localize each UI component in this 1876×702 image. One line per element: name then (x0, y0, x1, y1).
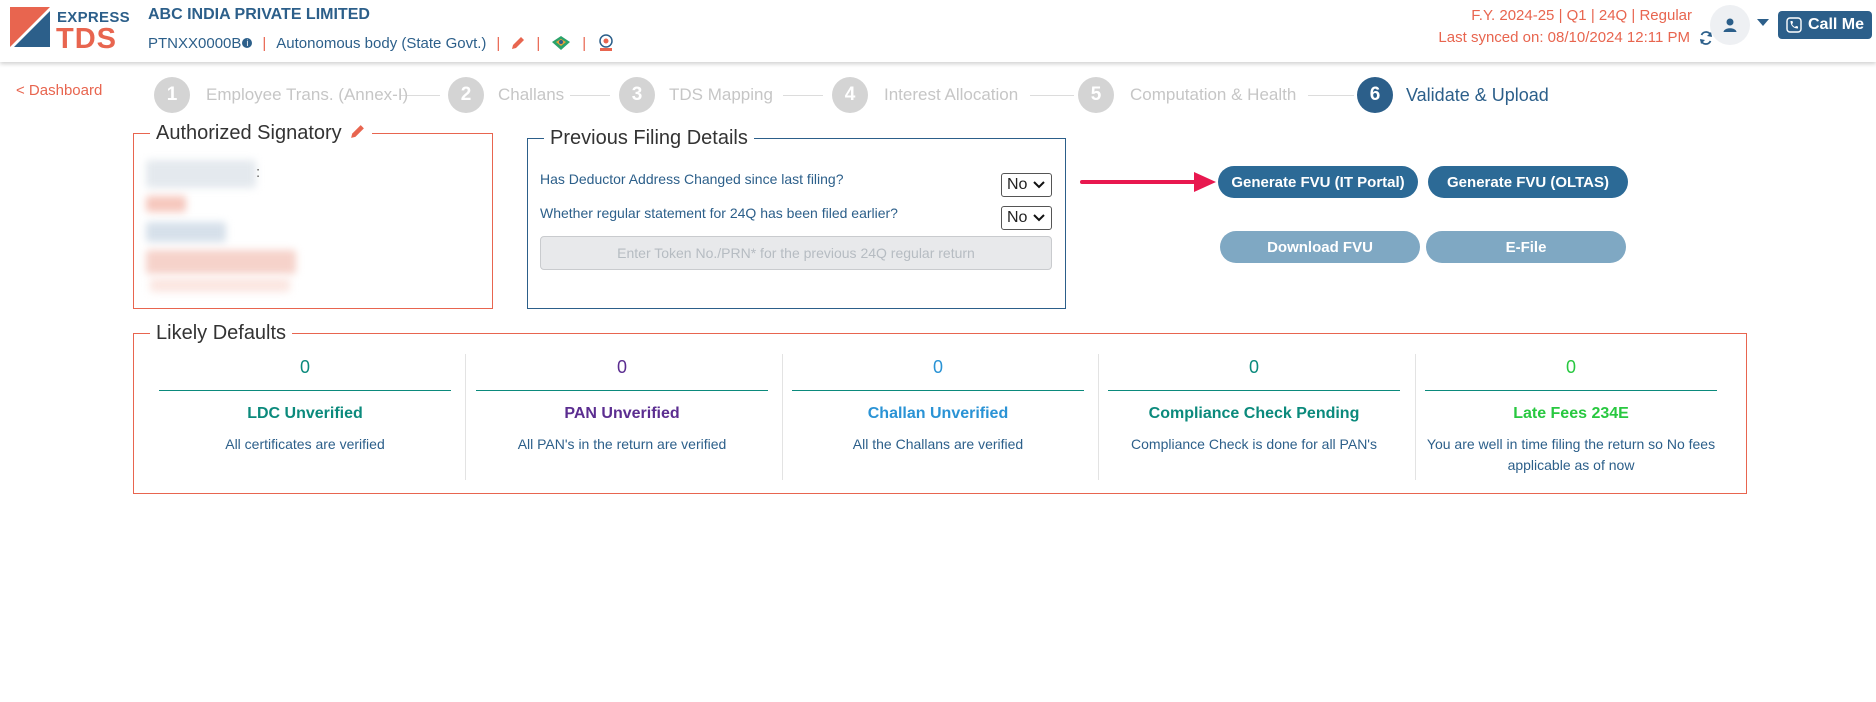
step-number: 6 (1357, 77, 1393, 113)
authorized-signatory-legend: Authorized Signatory (150, 122, 372, 145)
default-description: All the Challans are verified (852, 436, 1024, 452)
download-fvu-button[interactable]: Download FVU (1220, 231, 1420, 263)
divider (792, 390, 1084, 391)
info-icon[interactable]: i (242, 38, 253, 48)
regular-filed-question: Whether regular statement for 24Q has be… (540, 205, 898, 221)
step-connector (783, 95, 823, 96)
e-file-button[interactable]: E-File (1426, 231, 1626, 263)
token-prn-placeholder: Enter Token No./PRN* for the previous 24… (617, 245, 975, 261)
divider (159, 390, 451, 391)
default-title: Compliance Check Pending (1148, 405, 1360, 422)
deductor-subline: PTNXX0000B i | Autonomous body (State Go… (148, 33, 616, 53)
default-count: 0 (299, 357, 310, 377)
step-number: 1 (154, 77, 190, 113)
step-label: Interest Allocation (884, 85, 1019, 104)
step-interest-allocation[interactable]: 4 Interest Allocation (832, 77, 1018, 113)
generate-fvu-it-portal-button[interactable]: Generate FVU (IT Portal) (1218, 166, 1418, 198)
redacted-signatory-field (150, 278, 290, 292)
default-title: PAN Unverified (564, 405, 680, 422)
last-synced: Last synced on: 08/10/2024 12:11 PM (1438, 29, 1714, 46)
deductor-type: Autonomous body (State Govt.) (276, 34, 487, 52)
step-label: Computation & Health (1130, 85, 1297, 104)
separator: | (582, 34, 587, 52)
dashboard-link[interactable]: < Dashboard (16, 82, 102, 99)
step-number: 5 (1078, 77, 1114, 113)
signatory-colon: : (256, 164, 261, 181)
default-compliance-check[interactable]: 0 Compliance Check Pending Compliance Ch… (1096, 354, 1412, 480)
tax-department-icon[interactable] (596, 33, 616, 53)
step-label: Employee Trans. (Annex-I) (206, 85, 409, 104)
default-count: 0 (1565, 357, 1576, 377)
express-tds-logo[interactable]: EXPRESS TDS (8, 5, 130, 55)
fy-quarter-info: F.Y. 2024-25 | Q1 | 24Q | Regular (1471, 7, 1692, 24)
redacted-signatory-name (146, 160, 256, 188)
default-title: Challan Unverified (867, 405, 1009, 422)
default-count: 0 (616, 357, 627, 377)
divider (1108, 390, 1400, 391)
logo-mark-icon (10, 7, 50, 47)
redacted-signatory-field (146, 196, 186, 212)
step-tds-mapping[interactable]: 3 TDS Mapping (619, 77, 773, 113)
previous-filing-title: Previous Filing Details (550, 127, 748, 149)
pointer-arrow-icon (1080, 172, 1216, 192)
address-changed-value: No (1007, 176, 1028, 193)
phone-icon (1786, 17, 1802, 33)
separator: | (496, 34, 501, 52)
step-connector (1030, 95, 1074, 96)
step-number: 3 (619, 77, 655, 113)
top-header: EXPRESS TDS ABC INDIA PRIVATE LIMITED PT… (0, 0, 1876, 62)
separator: | (262, 34, 267, 52)
logo-text-tds: TDS (56, 23, 117, 55)
edit-pencil-icon[interactable] (349, 123, 366, 140)
divider (1425, 390, 1717, 391)
default-description: You are well in time filing the return s… (1426, 436, 1716, 473)
default-title: Late Fees 234E (1513, 405, 1629, 422)
token-prn-input[interactable]: Enter Token No./PRN* for the previous 24… (540, 236, 1052, 270)
step-number: 2 (448, 77, 484, 113)
default-description: All PAN's in the return are verified (517, 436, 727, 452)
step-computation-health[interactable]: 5 Computation & Health (1078, 77, 1296, 113)
redacted-signatory-field (146, 222, 226, 242)
default-count: 0 (1248, 357, 1259, 377)
likely-defaults-title: Likely Defaults (156, 322, 287, 344)
regular-filed-select[interactable]: No (1001, 206, 1052, 230)
step-employee-trans[interactable]: 1 Employee Trans. (Annex-I) (154, 77, 408, 113)
step-number: 4 (832, 77, 868, 113)
call-me-label: Call Me (1807, 16, 1864, 33)
step-label: Validate & Upload (1406, 84, 1549, 105)
step-connector (1308, 95, 1354, 96)
regular-filed-value: No (1007, 209, 1028, 226)
company-name: ABC INDIA PRIVATE LIMITED (148, 6, 370, 23)
address-changed-question: Has Deductor Address Changed since last … (540, 171, 844, 187)
default-ldc-unverified[interactable]: 0 LDC Unverified All certificates are ve… (147, 354, 463, 480)
step-label: Challans (498, 85, 565, 104)
call-me-button[interactable]: Call Me (1778, 11, 1872, 39)
default-late-fees-234e[interactable]: 0 Late Fees 234E You are well in time fi… (1413, 354, 1729, 480)
step-validate-upload[interactable]: 6 Validate & Upload (1357, 77, 1549, 113)
edit-pencil-icon[interactable] (510, 35, 526, 51)
chevron-down-icon (1033, 214, 1046, 222)
last-synced-text: Last synced on: 08/10/2024 12:11 PM (1438, 29, 1690, 46)
step-challans[interactable]: 2 Challans (448, 77, 564, 113)
redacted-signatory-field (146, 250, 296, 274)
authorized-signatory-title: Authorized Signatory (156, 122, 342, 144)
default-count: 0 (932, 357, 943, 377)
tan-number: PTNXX0000B (148, 34, 242, 52)
generate-fvu-oltas-button[interactable]: Generate FVU (OLTAS) (1428, 166, 1628, 198)
default-description: Compliance Check is done for all PAN's (1131, 436, 1377, 452)
user-avatar[interactable] (1710, 5, 1750, 45)
separator: | (536, 34, 541, 52)
user-icon (1723, 18, 1737, 32)
step-label: TDS Mapping (669, 85, 773, 104)
divider (476, 390, 768, 391)
default-pan-unverified[interactable]: 0 PAN Unverified All PAN's in the return… (464, 354, 780, 480)
chevron-down-icon (1033, 181, 1046, 189)
default-title: LDC Unverified (247, 405, 363, 422)
chevron-down-icon[interactable] (1757, 19, 1769, 27)
step-connector (570, 95, 610, 96)
address-changed-select[interactable]: No (1001, 173, 1052, 197)
default-description: All certificates are verified (225, 436, 385, 452)
emblem-icon[interactable] (550, 34, 572, 52)
default-challan-unverified[interactable]: 0 Challan Unverified All the Challans ar… (780, 354, 1096, 480)
